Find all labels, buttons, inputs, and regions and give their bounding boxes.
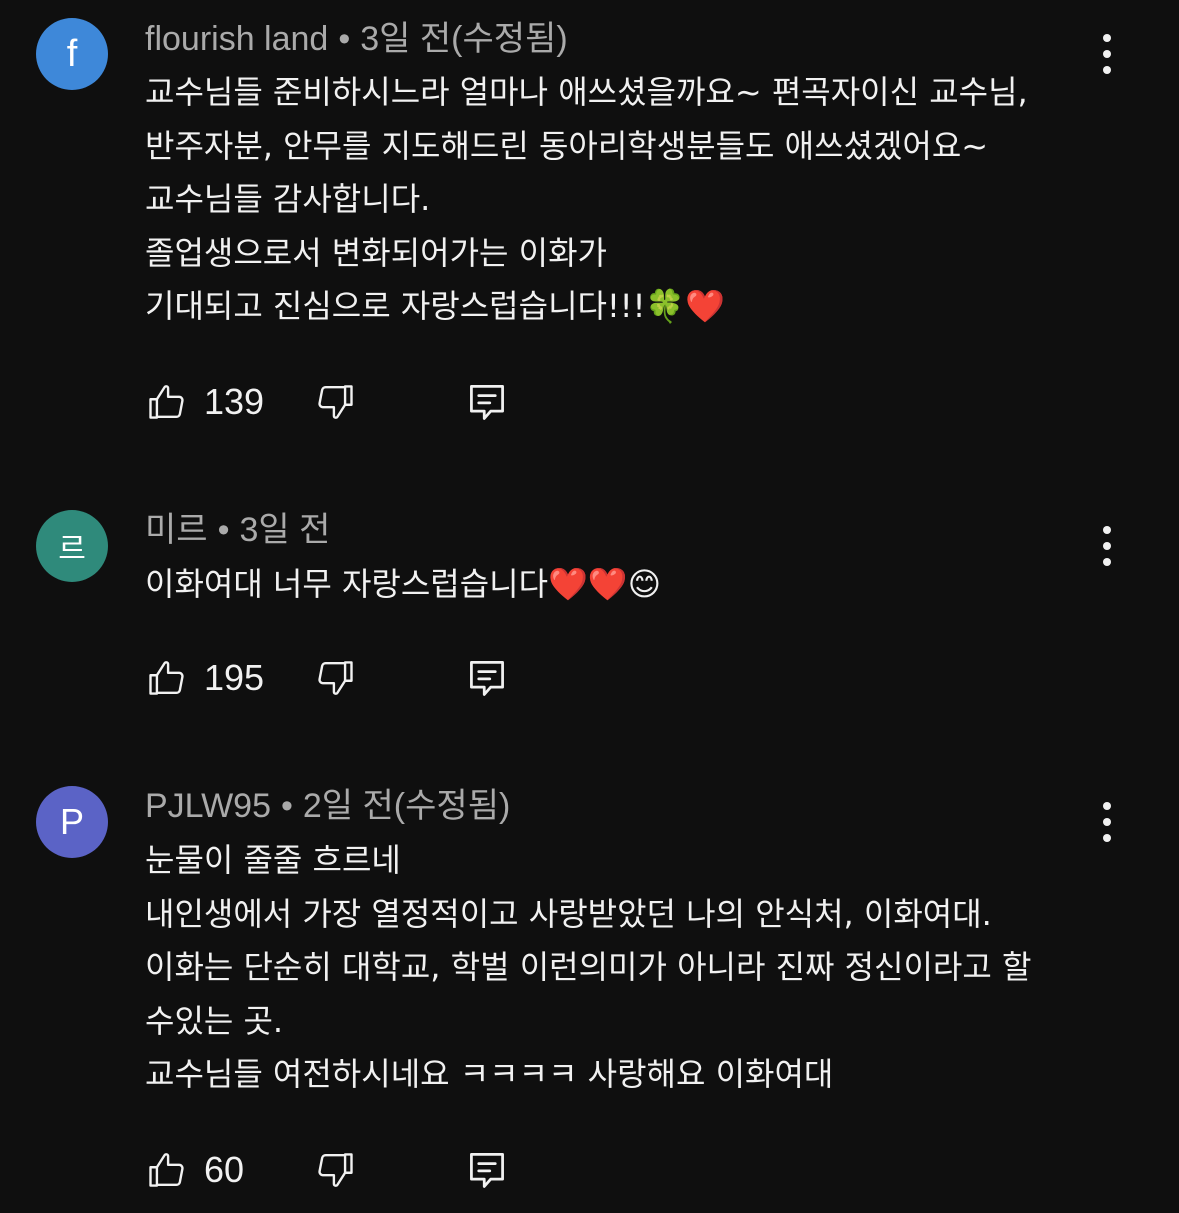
more-vertical-icon [1103, 526, 1111, 534]
comment-text: 눈물이 줄줄 흐르네 내인생에서 가장 열정적이고 사랑받았던 나의 안식처, … [145, 834, 1105, 1102]
reply-icon [470, 661, 504, 696]
avatar-letter: 르 [58, 532, 86, 567]
comment-text: 이화여대 너무 자랑스럽습니다❤️❤️😊 [145, 558, 1105, 612]
comment-line: 반주자분, 안무를 지도해드린 동아리학생분들도 애쓰셨겠어요~ [145, 126, 989, 165]
avatar-letter: f [66, 32, 78, 75]
comment-actions: 60 [145, 1148, 545, 1192]
reply-icon [470, 1153, 504, 1188]
more-vertical-icon [1103, 802, 1111, 810]
dislike-button[interactable] [313, 380, 357, 424]
reply-button[interactable] [465, 380, 509, 424]
comment-author[interactable]: 미르 [145, 511, 208, 549]
like-count: 195 [204, 657, 265, 698]
more-dot [1103, 818, 1111, 826]
comment-line: 교수님들 준비하시느라 얼마나 애쓰셨을까요~ 편곡자이신 교수님, [145, 73, 1028, 111]
avatar[interactable]: f [36, 18, 108, 90]
more-dot [1103, 542, 1111, 550]
reply-button[interactable] [465, 656, 509, 700]
thumbs-up-icon [149, 385, 184, 419]
thumbs-up-icon [149, 1153, 184, 1187]
separator-dot: • [338, 20, 351, 58]
avatar[interactable]: 르 [36, 510, 108, 582]
dislike-button[interactable] [313, 656, 357, 700]
comment-time[interactable]: 3일 전(수정됨) [360, 20, 567, 58]
comment-time[interactable]: 2일 전(수정됨) [303, 787, 510, 825]
avatar[interactable]: P [36, 786, 108, 858]
thumbs-down-icon [318, 385, 353, 419]
comment-header: flourish land • 3일 전(수정됨) [145, 19, 568, 59]
like-count: 139 [204, 381, 265, 422]
comment-line: 기대되고 진심으로 자랑스럽습니다!!!🍀❤️ [145, 287, 726, 325]
thumbs-down-icon [318, 1153, 353, 1187]
comment-author[interactable]: PJLW95 [145, 787, 271, 825]
comment-time[interactable]: 3일 전 [239, 511, 330, 549]
separator-dot: • [217, 511, 230, 549]
like-count: 60 [204, 1149, 245, 1190]
reply-button[interactable] [465, 1148, 509, 1192]
comment-text: 교수님들 준비하시느라 얼마나 애쓰셨을까요~ 편곡자이신 교수님, 반주자분,… [145, 66, 1105, 334]
comment-header: 미르 • 3일 전 [145, 510, 330, 550]
comment-line: 교수님들 여전하시네요 ㅋㅋㅋㅋ 사랑해요 이화여대 [145, 1055, 834, 1093]
avatar-letter: P [59, 801, 84, 842]
reply-icon [470, 385, 504, 420]
thumbs-down-icon [318, 661, 353, 695]
comment-line: 교수님들 감사합니다. [145, 180, 431, 218]
like-button[interactable] [145, 380, 189, 424]
more-dot [1103, 50, 1111, 58]
comment-line: 이화는 단순히 대학교, 학벌 이런의미가 아니라 진짜 정신이라고 할 [145, 948, 1032, 986]
comment-header: PJLW95 • 2일 전(수정됨) [145, 786, 510, 826]
thumbs-up-icon [149, 661, 184, 695]
comment-line: 수있는 곳. [145, 1001, 284, 1040]
like-button[interactable] [145, 1148, 189, 1192]
comment-line: 눈물이 줄줄 흐르네 [145, 841, 401, 879]
comment-author[interactable]: flourish land [145, 20, 328, 58]
like-button[interactable] [145, 656, 189, 700]
dislike-button[interactable] [313, 1148, 357, 1192]
comment-actions: 195 [145, 656, 545, 700]
more-vertical-icon [1103, 34, 1111, 42]
separator-dot: • [280, 787, 293, 825]
comment-line: 내인생에서 가장 열정적이고 사랑받았던 나의 안식처, 이화여대. [145, 894, 992, 933]
comment-line: 이화여대 너무 자랑스럽습니다❤️❤️😊 [145, 565, 662, 603]
comment-line: 졸업생으로서 변화되어가는 이화가 [145, 233, 607, 272]
comment-actions: 139 [145, 380, 545, 424]
